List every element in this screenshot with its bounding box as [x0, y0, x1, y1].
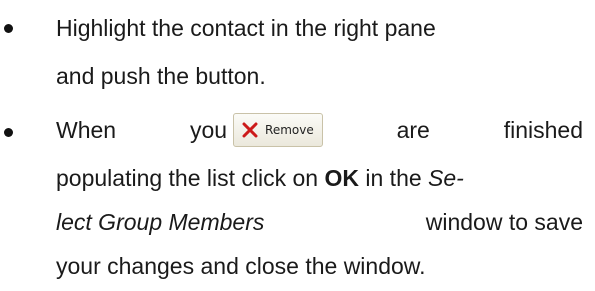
item-2-text-4: your changes and close the window.: [56, 253, 426, 279]
word-you: you: [189, 117, 228, 143]
item-1-line-1: Highlight the contact in the right pane: [56, 14, 583, 42]
item-1-text-2: and push the button.: [56, 63, 266, 89]
remove-button-label: Remove: [265, 123, 314, 137]
window-name-text: lect Group Members: [56, 209, 265, 235]
remove-button[interactable]: Remove: [233, 113, 323, 147]
item-2-line-1: When you Remove are finished: [56, 112, 583, 148]
item-2-text-2b: in the: [359, 165, 429, 191]
bullet-1: [4, 24, 13, 33]
item-2-line-2: populating the list click on OK in the S…: [56, 164, 583, 192]
item-2-text-2c: Se-: [428, 165, 464, 191]
word-when: When: [56, 117, 117, 143]
word-finished: finished: [503, 117, 583, 143]
item-1-line-2: and push the button.: [56, 62, 583, 90]
item-2-line-3: lect Group Members window to save: [56, 208, 583, 236]
bullet-list: Highlight the contact in the right pane …: [0, 0, 595, 291]
inline-group: you Remove: [190, 113, 323, 147]
item-2-text-2a: populating the list click on: [56, 165, 325, 191]
ok-text: OK: [324, 165, 360, 191]
item-2-line-4: your changes and close the window.: [56, 252, 583, 280]
word-are: are: [396, 117, 430, 143]
item-1-text-1: Highlight the contact in the right pane: [56, 15, 436, 41]
item-2-text-3b: window to save: [425, 209, 583, 235]
bullet-2: [4, 128, 13, 137]
x-icon: [242, 122, 258, 138]
